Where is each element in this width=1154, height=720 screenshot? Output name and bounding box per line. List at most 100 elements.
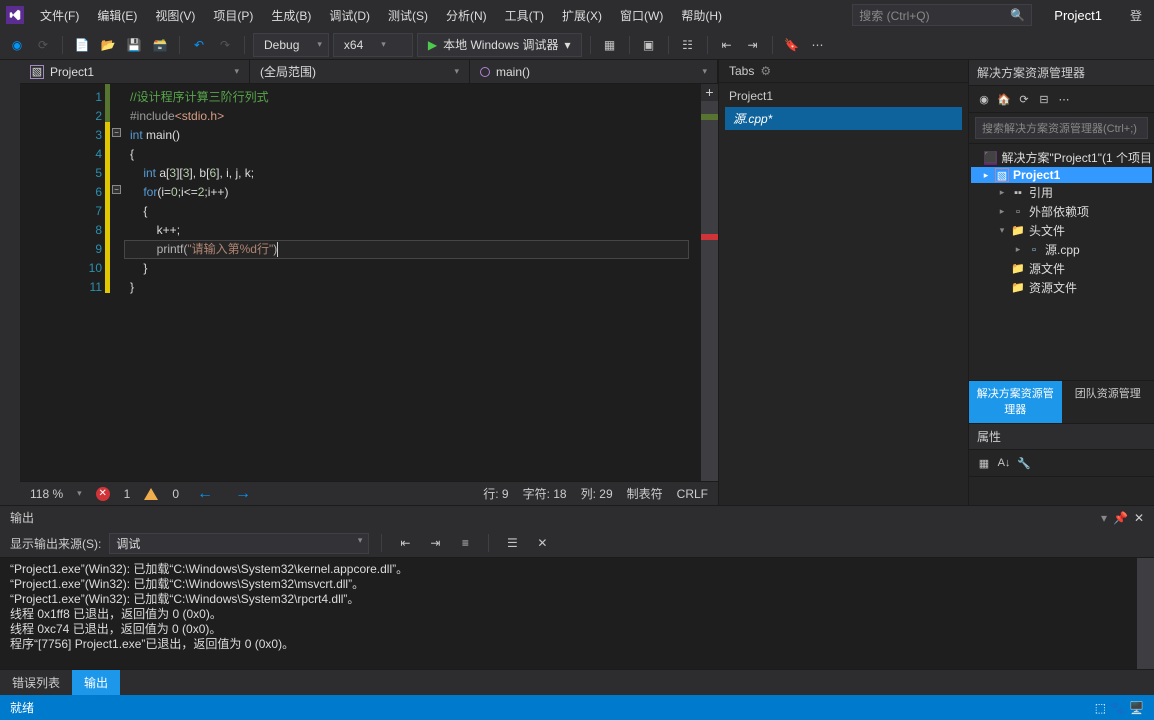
side-tab-team[interactable]: 团队资源管理 — [1062, 381, 1154, 423]
text-cursor — [277, 242, 278, 257]
editor-nav-scope[interactable]: (全局范围) ▾ — [250, 60, 470, 83]
code-line[interactable]: { — [130, 202, 701, 221]
menu-窗口(W)[interactable]: 窗口(W) — [612, 3, 671, 28]
code-line[interactable]: //设计程序计算三阶行列式 — [130, 88, 701, 107]
menu-分析(N)[interactable]: 分析(N) — [438, 3, 495, 28]
code-line[interactable]: #include<stdio.h> — [130, 107, 701, 126]
tab-output[interactable]: 输出 — [72, 670, 120, 695]
statusbar: 就绪 ⬚ 🐾 🖥️ — [0, 695, 1154, 720]
props-cat-icon[interactable]: ▦ — [975, 454, 993, 472]
menu-工具(T)[interactable]: 工具(T) — [497, 3, 552, 28]
open-icon[interactable]: 📂 — [97, 34, 119, 56]
forward-nav-icon: ⟳ — [32, 34, 54, 56]
main-toolbar: ◉ ⟳ 📄 📂 💾 🗃️ ↶ ↷ Debug▾ x64▾ ▶ 本地 Window… — [0, 30, 1154, 60]
tb-misc-1[interactable]: ▦ — [599, 34, 621, 56]
code-line[interactable]: } — [130, 259, 701, 278]
code-line[interactable]: k++; — [130, 221, 701, 240]
menu-生成(B)[interactable]: 生成(B) — [263, 3, 319, 28]
code-line[interactable]: printf("请输入第%d行") — [130, 240, 701, 259]
output-source-dropdown[interactable]: 调试 — [109, 533, 369, 554]
pin-icon[interactable]: 📌 — [1113, 511, 1128, 525]
tb-misc-2[interactable]: ▣ — [638, 34, 660, 56]
config-dropdown[interactable]: Debug▾ — [253, 33, 329, 57]
tree-refs[interactable]: ▸▪▪引用 — [971, 183, 1152, 202]
close-icon[interactable]: ✕ — [1134, 511, 1144, 525]
status-icon[interactable]: 🖥️ — [1129, 701, 1144, 715]
tabs-project[interactable]: Project1 — [725, 87, 962, 105]
line-number: 7 — [20, 202, 102, 221]
fold-toggle[interactable]: − — [112, 185, 121, 194]
code-line[interactable]: int a[3][3], b[6], i, j, k; — [130, 164, 701, 183]
out-tb-4[interactable]: ☰ — [501, 532, 523, 554]
debug-target-label: 本地 Windows 调试器 — [443, 36, 558, 53]
new-file-icon[interactable]: 📄 — [71, 34, 93, 56]
out-tb-2[interactable]: ⇥ — [424, 532, 446, 554]
nav-fwd-icon[interactable]: → — [231, 485, 255, 503]
tree-ext[interactable]: ▸▫外部依赖项 — [971, 202, 1152, 221]
menu-视图(V)[interactable]: 视图(V) — [147, 3, 203, 28]
more-icon[interactable]: ⋯ — [1055, 90, 1073, 108]
error-icon[interactable]: ✕ — [96, 487, 110, 501]
status-icon[interactable]: 🐾 — [1110, 701, 1125, 715]
tree-project[interactable]: ▸▧Project1 — [971, 167, 1152, 183]
undo-icon[interactable]: ↶ — [188, 34, 210, 56]
menu-扩展(X)[interactable]: 扩展(X) — [554, 3, 610, 28]
home-icon[interactable]: ◉ — [975, 90, 993, 108]
code-content[interactable]: //设计程序计算三阶行列式#include<stdio.h>int main()… — [124, 84, 701, 481]
output-scrollbar[interactable] — [1137, 558, 1154, 669]
tree-resources[interactable]: 📁资源文件 — [971, 278, 1152, 297]
tb-bookmark[interactable]: 🔖 — [781, 34, 803, 56]
editor-nav-func[interactable]: main() ▾ — [470, 60, 718, 83]
code-line[interactable]: for(i=0;i<=2;i++) — [130, 183, 701, 202]
props-az-icon[interactable]: A↓ — [995, 454, 1013, 472]
home-icon[interactable]: 🏠 — [995, 90, 1013, 108]
code-line[interactable]: int main() — [130, 126, 701, 145]
out-tb-clear[interactable]: ✕ — [531, 532, 553, 554]
code-line[interactable]: } — [130, 278, 701, 297]
tree-source-file[interactable]: ▸▫源.cpp — [971, 240, 1152, 259]
zoom-level[interactable]: 118 % — [30, 487, 63, 501]
output-body[interactable]: “Project1.exe”(Win32): 已加载“C:\Windows\Sy… — [0, 558, 1154, 669]
side-tab-explorer[interactable]: 解决方案资源管理器 — [969, 381, 1062, 423]
back-nav-icon[interactable]: ◉ — [6, 34, 28, 56]
search-box[interactable]: 搜索 (Ctrl+Q) 🔍 — [852, 4, 1032, 26]
editor-nav-project[interactable]: ▧ Project1 ▾ — [20, 60, 250, 83]
tb-indent-r[interactable]: ⇥ — [742, 34, 764, 56]
save-all-icon[interactable]: 🗃️ — [149, 34, 171, 56]
editor-scrollbar[interactable]: + — [701, 84, 718, 481]
warning-icon[interactable] — [144, 488, 158, 500]
gear-icon[interactable]: ⚙ — [760, 64, 771, 78]
menu-测试(S)[interactable]: 测试(S) — [380, 3, 436, 28]
output-dropdown-icon[interactable]: ▾ — [1101, 511, 1107, 525]
menu-文件(F)[interactable]: 文件(F) — [32, 3, 87, 28]
tree-solution[interactable]: ⬛解决方案"Project1"(1 个项目 — [971, 148, 1152, 167]
tb-indent-l[interactable]: ⇤ — [716, 34, 738, 56]
menu-调试(D)[interactable]: 调试(D) — [321, 3, 378, 28]
props-wrench-icon[interactable]: 🔧 — [1015, 454, 1033, 472]
code-line[interactable]: { — [130, 145, 701, 164]
menu-编辑(E)[interactable]: 编辑(E) — [89, 3, 145, 28]
tb-misc-3[interactable]: ☷ — [677, 34, 699, 56]
function-icon — [480, 67, 490, 77]
tree-headers[interactable]: ▾📁头文件 — [971, 221, 1152, 240]
fold-toggle[interactable]: − — [112, 128, 121, 137]
tab-error-list[interactable]: 错误列表 — [0, 670, 72, 695]
out-tb-3[interactable]: ≡ — [454, 532, 476, 554]
explorer-search[interactable]: 搜索解决方案资源管理器(Ctrl+;) — [969, 113, 1154, 144]
status-icon[interactable]: ⬚ — [1095, 701, 1106, 715]
sync-icon[interactable]: ⟳ — [1015, 90, 1033, 108]
menu-帮助(H)[interactable]: 帮助(H) — [673, 3, 730, 28]
nav-back-icon[interactable]: ← — [193, 485, 217, 503]
platform-dropdown[interactable]: x64▾ — [333, 33, 413, 57]
split-icon[interactable]: + — [701, 84, 718, 101]
login-button[interactable]: 登 — [1124, 7, 1148, 24]
out-tb-1[interactable]: ⇤ — [394, 532, 416, 554]
tb-comment[interactable]: ⋯ — [807, 34, 829, 56]
code-editor[interactable]: 1234567891011 − − //设计程序计算三阶行列式#include<… — [20, 84, 718, 481]
collapse-icon[interactable]: ⊟ — [1035, 90, 1053, 108]
menu-项目(P)[interactable]: 项目(P) — [205, 3, 261, 28]
tree-sources[interactable]: 📁源文件 — [971, 259, 1152, 278]
tabs-active-file[interactable]: 源.cpp* — [725, 107, 962, 130]
save-icon[interactable]: 💾 — [123, 34, 145, 56]
start-debug-button[interactable]: ▶ 本地 Windows 调试器 ▾ — [417, 33, 582, 57]
